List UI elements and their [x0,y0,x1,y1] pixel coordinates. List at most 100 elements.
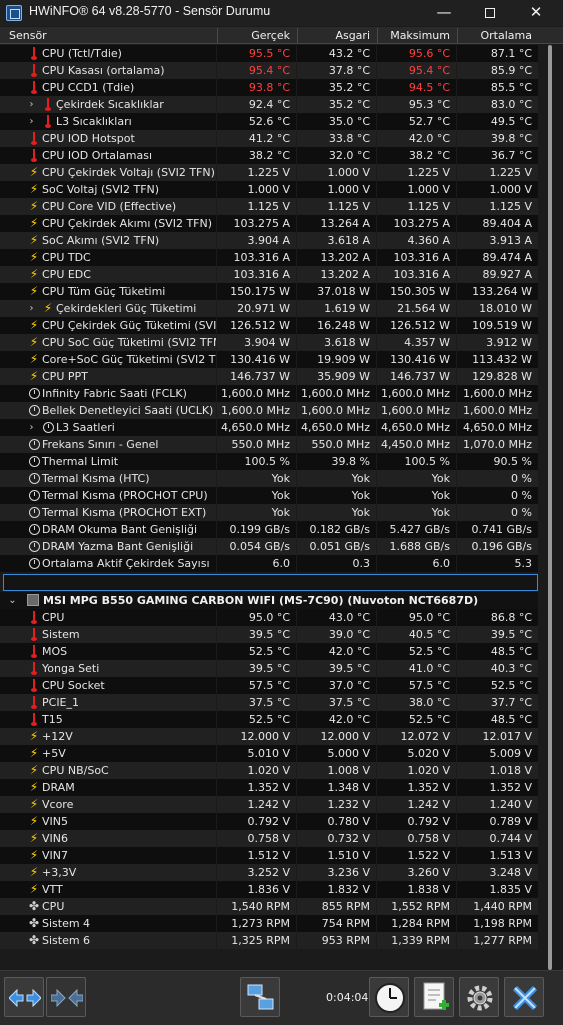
sensor-row[interactable]: DRAM Yazma Bant Genişliği 0.054 GB/s 0.051… [0,538,538,555]
sensor-row[interactable]: ⚡ VIN6 0.758 V 0.732 V 0.758 V 0.744 V [0,830,538,847]
column-header-min[interactable]: Asgari [297,28,376,43]
sensor-row[interactable]: › ⚡ Çekirdekleri Güç Tüketimi 20.971 W 1.619… [0,300,538,317]
value-max: Yok [377,470,456,487]
sensor-row[interactable]: ⚡ +5V 5.010 V 5.000 V 5.020 V 5.009 V [0,745,538,762]
sensor-row[interactable]: › L3 Saatleri 4,650.0 MHz 4,650.0 MHz 4,650.… [0,419,538,436]
lightning-icon: ⚡ [29,182,39,196]
value-avg: 129.828 W [457,368,538,385]
sensor-row[interactable]: ⚡ CPU SoC Güç Tüketimi (SVI2 TFN) 3.904 W3… [0,334,538,351]
sensor-row[interactable]: ⚡ VIN7 1.512 V 1.510 V 1.522 V 1.513 V [0,847,538,864]
sensor-row[interactable]: ⚡ CPU EDC 103.316 A 13.202 A 103.316 A 89.927… [0,266,538,283]
value-avg: 83.0 °C [457,96,538,113]
value-min: 1,600.0 MHz [297,385,376,402]
value-min: 1.008 V [297,762,376,779]
value-current: 126.512 W [217,317,296,334]
sensor-name-cell: › L3 Saatleri [0,419,216,436]
sensor-row[interactable]: Frekans Sınırı - Genel 550.0 MHz 550.0 MHz… [0,436,538,453]
sensor-row[interactable]: ⚡ CPU Core VID (Effective) 1.125 V 1.125 V1… [0,198,538,215]
vertical-scrollbar[interactable] [539,45,563,970]
expand-chevron-icon[interactable]: › [27,96,36,113]
lightning-icon: ⚡ [29,882,39,896]
network-button[interactable] [240,977,280,1017]
value-max: 1.838 V [377,881,456,898]
sensor-row[interactable]: Termal Kısma (HTC) Yok Yok Yok 0 % [0,470,538,487]
sensor-row[interactable]: Termal Kısma (PROCHOT CPU) Yok Yok Yok 0 % [0,487,538,504]
sensor-row[interactable]: Termal Kısma (PROCHOT EXT) Yok Yok Yok 0 % [0,504,538,521]
expand-chevron-icon[interactable]: › [27,419,36,436]
inward-arrow-icon [51,989,83,1007]
column-header-sensor[interactable]: Sensör [3,28,219,43]
sensor-row[interactable]: Thermal Limit 100.5 % 39.8 % 100.5 % 90.5 % [0,453,538,470]
lightning-icon: ⚡ [29,267,39,281]
value-max: 5.020 V [377,745,456,762]
sensor-row[interactable]: CPU (Tctl/Tdie) 95.5 °C 43.2 °C 95.6 °C 87.1… [0,45,538,62]
sensor-row[interactable]: › Çekirdek Sıcaklıklar 92.4 °C 35.2 °C 95.3 … [0,96,538,113]
sensor-row[interactable]: Sistem 39.5 °C 39.0 °C 40.5 °C 39.5 °C [0,626,538,643]
value-avg: 37.7 °C [457,694,538,711]
sensor-name-cell: ⚡ CPU EDC [0,266,216,283]
maximize-button[interactable] [467,0,513,26]
sensor-row[interactable]: MOS 52.5 °C 42.0 °C 52.5 °C 48.5 °C [0,643,538,660]
sensor-row[interactable]: CPU Kasası (ortalama) 95.4 °C 37.8 °C 95.4 … [0,62,538,79]
sensor-row[interactable]: ⚡ CPU Çekirdek Voltajı (SVI2 TFN) 1.225 V1… [0,164,538,181]
sensor-row[interactable]: ⚡ VIN5 0.792 V 0.780 V 0.792 V 0.789 V [0,813,538,830]
sensor-row[interactable]: ⚡ +3,3V 3.252 V 3.236 V 3.260 V 3.248 V [0,864,538,881]
sensor-row[interactable]: CPU Socket 57.5 °C 37.0 °C 57.5 °C 52.5 °C [0,677,538,694]
thermometer-icon [28,81,40,94]
sensor-group-header[interactable]: ⌄ MSI MPG B550 GAMING CARBON WIFI (MS-7C9… [0,592,538,609]
collapse-button[interactable] [46,977,86,1017]
sensor-row[interactable]: ⚡ Vcore 1.242 V 1.232 V 1.242 V 1.240 V [0,796,538,813]
sensor-row[interactable]: ✤ Sistem 4 1,273 RPM 754 RPM 1,284 RPM 1,198 … [0,915,538,932]
sensor-row[interactable]: Ortalama Aktif Çekirdek Sayısı 6.0 0.3 6.0 5… [0,555,538,572]
expand-collapse-button[interactable] [4,977,44,1017]
sensor-row[interactable]: ⚡ CPU TDC 103.316 A 13.202 A 103.316 A 89.474… [0,249,538,266]
thermometer-icon [28,696,40,709]
sensor-row[interactable]: ⚡ Core+SoC Güç Tüketimi (SVI2 TFN) 130.416… [0,351,538,368]
sensor-row[interactable]: ⚡ SoC Akımı (SVI2 TFN) 3.904 A 3.618 A 4.360… [0,232,538,249]
sensor-row[interactable]: Infinity Fabric Saati (FCLK) 1,600.0 MHz 1… [0,385,538,402]
sensor-row[interactable]: › L3 Sıcaklıkları 52.6 °C 35.0 °C 52.7 °C 49.… [0,113,538,130]
sensor-row[interactable]: ⚡ CPU Tüm Güç Tüketimi 150.175 W 37.018 W 15… [0,283,538,300]
sensor-row[interactable]: ⚡ CPU NB/SoC 1.020 V 1.008 V 1.020 V 1.018 V [0,762,538,779]
sensor-row[interactable]: ⚡ VTT 1.836 V 1.832 V 1.838 V 1.835 V [0,881,538,898]
minimize-button[interactable]: — [421,0,467,26]
sensor-row[interactable]: CPU IOD Ortalaması 38.2 °C 32.0 °C 38.2 °C 3… [0,147,538,164]
sensor-row[interactable]: ⚡ CPU Çekirdek Akımı (SVI2 TFN) 103.275 A1… [0,215,538,232]
scrollbar-thumb[interactable] [548,45,552,970]
sensor-row[interactable]: ⚡ DRAM 1.352 V 1.348 V 1.352 V 1.352 V [0,779,538,796]
sensor-row[interactable]: ⚡ +12V 12.000 V 12.000 V 12.072 V 12.017 V [0,728,538,745]
value-current: 103.275 A [217,215,296,232]
settings-button[interactable] [459,977,499,1017]
column-header-current[interactable]: Gerçek [217,28,296,43]
sensor-name-cell: Termal Kısma (PROCHOT CPU) [0,487,216,504]
value-avg: 48.5 °C [457,643,538,660]
collapse-chevron-icon[interactable]: ⌄ [8,592,17,609]
column-header-avg[interactable]: Ortalama [457,28,538,43]
column-header-max[interactable]: Maksimum [377,28,456,43]
expand-chevron-icon[interactable]: › [27,300,36,317]
logging-button[interactable] [414,977,454,1017]
sensor-row[interactable]: CPU IOD Hotspot 41.2 °C 33.8 °C 42.0 °C 39.8… [0,130,538,147]
sensor-row[interactable]: DRAM Okuma Bant Genişliği 0.199 GB/s 0.182… [0,521,538,538]
sensor-row[interactable]: T15 52.5 °C 42.0 °C 52.5 °C 48.5 °C [0,711,538,728]
sensor-list[interactable]: CPU (Tctl/Tdie) 95.5 °C 43.2 °C 95.6 °C 87.1… [0,45,563,970]
sensor-row[interactable]: ✤ Sistem 6 1,325 RPM 953 RPM 1,339 RPM 1,277 … [0,932,538,949]
sensor-row[interactable]: ⚡ SoC Voltaj (SVI2 TFN) 1.000 V 1.000 V 1.00… [0,181,538,198]
sensor-label: VIN6 [42,832,68,845]
sensor-row[interactable]: CPU CCD1 (Tdie) 93.8 °C 35.2 °C 94.5 °C 85.5… [0,79,538,96]
sensor-row[interactable]: ⚡CPU Çekirdek Güç Tüketimi (SVI2 ...126.… [0,317,538,334]
close-sensors-button[interactable] [504,977,544,1017]
sensor-row[interactable]: ✤ CPU 1,540 RPM 855 RPM 1,552 RPM 1,440 RPM [0,898,538,915]
reset-timer-button[interactable] [369,977,409,1017]
sensor-row[interactable]: CPU 95.0 °C 43.0 °C 95.0 °C 86.8 °C [0,609,538,626]
selected-separator-row[interactable] [3,574,538,591]
value-max: 1,339 RPM [377,932,456,949]
sensor-row[interactable]: Bellek Denetleyici Saati (UCLK) 1,600.0 M… [0,402,538,419]
expand-chevron-icon[interactable]: › [27,113,36,130]
double-arrow-icon [9,989,41,1007]
clock-gauge-icon [28,387,40,400]
close-window-button[interactable]: ✕ [513,0,559,26]
sensor-row[interactable]: Yonga Seti 39.5 °C 39.5 °C 41.0 °C 40.3 °C [0,660,538,677]
sensor-row[interactable]: ⚡ CPU PPT 146.737 W 35.909 W 146.737 W 129.82… [0,368,538,385]
sensor-row[interactable]: PCIE_1 37.5 °C 37.5 °C 38.0 °C 37.7 °C [0,694,538,711]
